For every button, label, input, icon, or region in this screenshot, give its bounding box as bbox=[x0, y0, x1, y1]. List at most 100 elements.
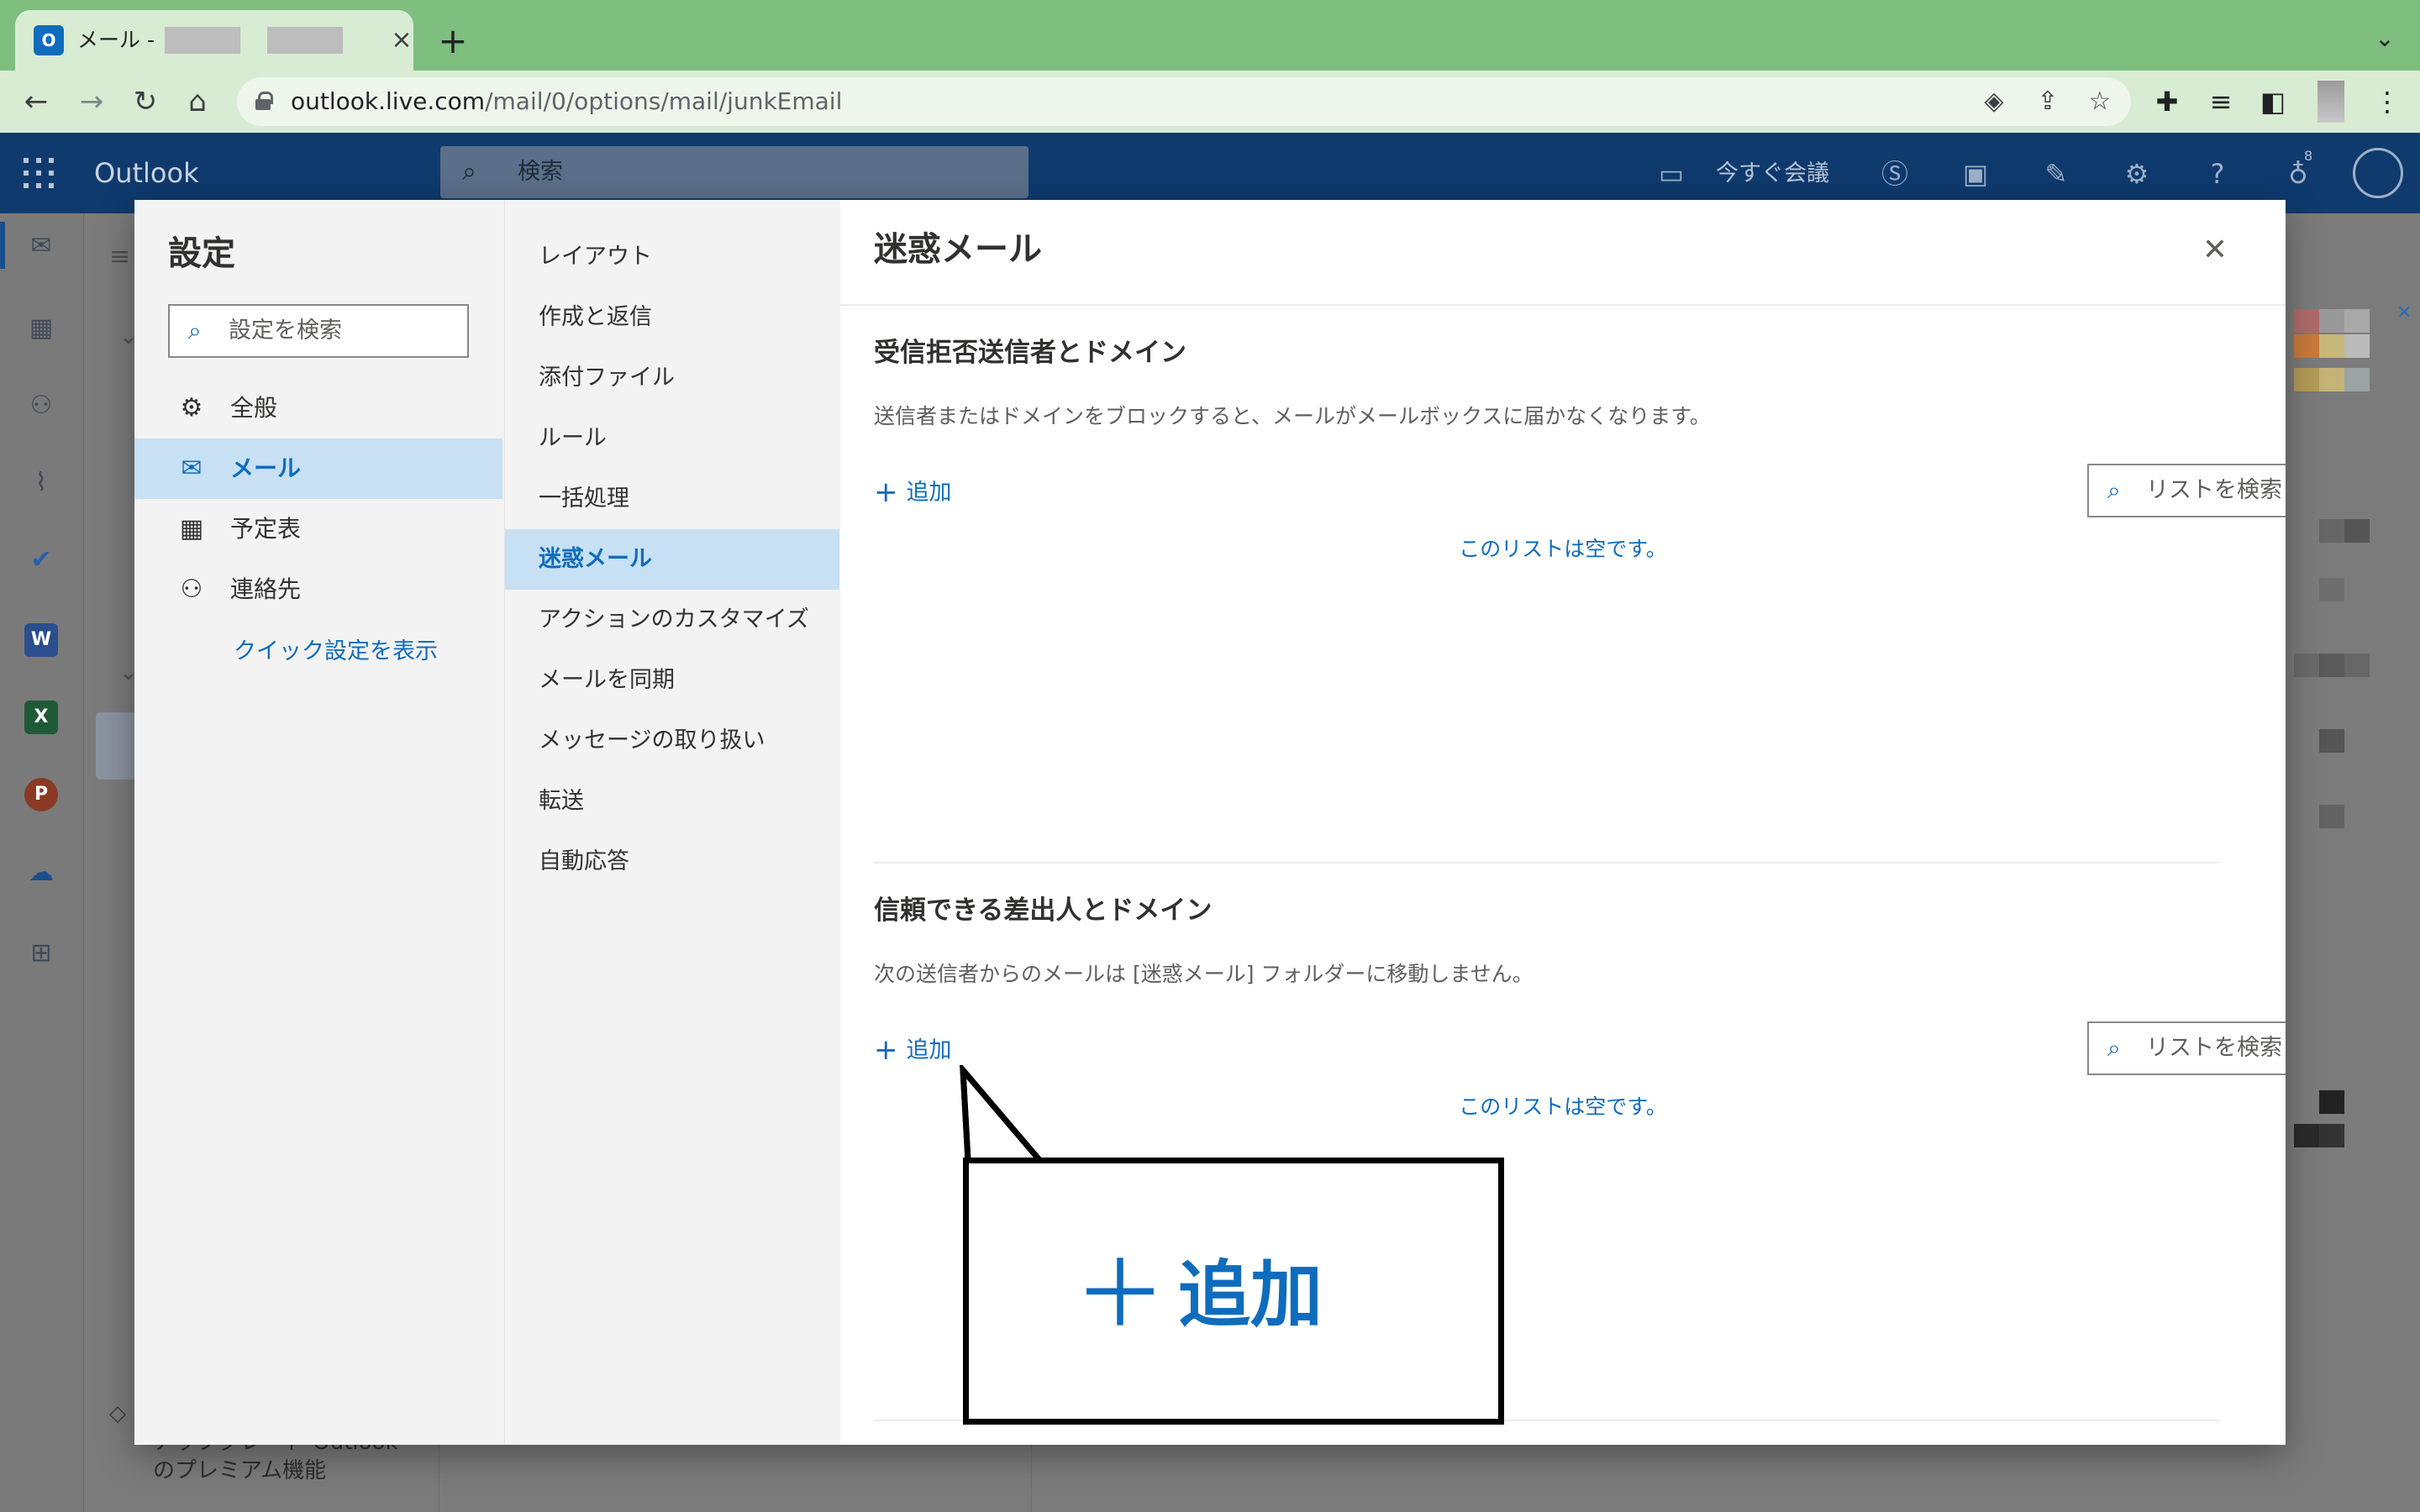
extensions-puzzle-icon[interactable]: ✚ bbox=[2146, 81, 2188, 123]
category-mail[interactable]: ✉ メール bbox=[134, 438, 502, 499]
bookmark-star-icon[interactable]: ☆ bbox=[2081, 82, 2119, 121]
subsection-label: 一括処理 bbox=[539, 486, 629, 512]
category-label: 連絡先 bbox=[230, 575, 302, 603]
subsection-automatic-replies[interactable]: 自動応答 bbox=[505, 832, 839, 892]
premium-diamond-icon: ◇ bbox=[109, 1401, 126, 1426]
video-camera-icon[interactable]: ▭ bbox=[1650, 153, 1692, 195]
plus-icon: + bbox=[874, 1033, 898, 1067]
tab-list-chevron-icon[interactable]: ⌄ bbox=[2368, 22, 2402, 55]
back-arrow-icon[interactable]: ← bbox=[15, 81, 57, 123]
settings-category-pane: 設定 ⌕ 設定を検索 ⚙ 全般 ✉ メール ▦ 予定表 ⚇ 連絡先 クイック設定… bbox=[134, 200, 504, 1445]
category-people[interactable]: ⚇ 連絡先 bbox=[134, 559, 502, 620]
outlook-brand[interactable]: Outlook bbox=[94, 151, 199, 195]
side-panel-icon[interactable]: ◧ bbox=[2252, 81, 2294, 123]
safe-add-button[interactable]: + 追加 bbox=[874, 1032, 952, 1068]
subsection-attachments[interactable]: 添付ファイル bbox=[505, 348, 839, 408]
subsection-rules[interactable]: ルール bbox=[505, 408, 839, 469]
add-label: 追加 bbox=[906, 480, 952, 506]
blocked-empty-message: このリストは空です。 bbox=[1459, 537, 1667, 561]
powerpoint-icon[interactable]: P bbox=[24, 778, 58, 811]
help-icon[interactable]: ? bbox=[2196, 153, 2238, 195]
browser-tab[interactable]: O メール - × bbox=[15, 10, 413, 71]
premium-line-2: のプレミアム機能 bbox=[153, 1458, 327, 1483]
advertisement-pixelated bbox=[2286, 301, 2420, 1309]
more-apps-icon[interactable]: ⊞ bbox=[20, 932, 62, 974]
tab-close-icon[interactable]: × bbox=[385, 24, 418, 57]
background-message-list bbox=[439, 1445, 1032, 1512]
onedrive-cloud-icon[interactable]: ☁ bbox=[20, 852, 62, 894]
ad-close-icon[interactable]: ✕ bbox=[2396, 302, 2412, 323]
outlook-search-box[interactable]: ⌕ 検索 bbox=[440, 146, 1028, 198]
profile-avatar[interactable] bbox=[2317, 81, 2344, 123]
browser-toolbar: ← → ↻ ⌂ outlook.live.com/mail/0/options/… bbox=[0, 71, 2420, 133]
tab-title-redacted bbox=[267, 27, 343, 54]
office-icon[interactable]: ▣ bbox=[1954, 153, 1996, 195]
media-queue-icon[interactable]: ≡ bbox=[2200, 81, 2242, 123]
todo-check-icon[interactable]: ✔ bbox=[20, 539, 62, 581]
settings-title: 設定 bbox=[168, 234, 235, 273]
subsection-customize-actions[interactable]: アクションのカスタマイズ bbox=[505, 590, 839, 650]
close-icon[interactable]: ✕ bbox=[2196, 232, 2233, 269]
my-day-icon[interactable]: ✎ bbox=[2035, 153, 2077, 195]
subsection-message-handling[interactable]: メッセージの取り扱い bbox=[505, 711, 839, 771]
mail-icon[interactable]: ✉ bbox=[20, 225, 62, 267]
account-avatar[interactable] bbox=[2353, 148, 2403, 198]
reload-icon[interactable]: ↻ bbox=[124, 81, 166, 123]
search-icon: ⌕ bbox=[462, 157, 476, 186]
search-icon: ⌕ bbox=[188, 317, 202, 344]
address-bar[interactable]: outlook.live.com/mail/0/options/mail/jun… bbox=[237, 77, 2131, 126]
callout-label: 追加 bbox=[1178, 1253, 1323, 1337]
safe-list-search-input[interactable]: ⌕ リストを検索 bbox=[2087, 1021, 2286, 1075]
list-search-placeholder: リストを検索 bbox=[2146, 477, 2282, 503]
new-tab-button[interactable]: + bbox=[432, 22, 474, 64]
subsection-label: レイアウト bbox=[539, 244, 652, 270]
subsection-label: アクションのカスタマイズ bbox=[539, 606, 809, 633]
mail-subsection-pane: レイアウト 作成と返信 添付ファイル ルール 一括処理 迷惑メール アクションの… bbox=[504, 200, 840, 1445]
people-icon[interactable]: ⚇ bbox=[20, 385, 62, 427]
subsection-label: 迷惑メール bbox=[539, 546, 652, 572]
outlook-favicon-icon: O bbox=[34, 25, 64, 55]
section-divider bbox=[874, 862, 2220, 864]
whats-new-bulb-icon[interactable]: ♁ bbox=[2277, 153, 2319, 195]
outlook-search-placeholder: 検索 bbox=[518, 159, 563, 185]
settings-search-input[interactable]: ⌕ 設定を検索 bbox=[168, 304, 469, 358]
install-app-icon[interactable]: ◈ bbox=[1975, 82, 2013, 121]
category-general[interactable]: ⚙ 全般 bbox=[134, 378, 502, 438]
subsection-sweep[interactable]: 一括処理 bbox=[505, 469, 839, 529]
category-label: 予定表 bbox=[230, 515, 302, 543]
blocked-list-search-input[interactable]: ⌕ リストを検索 bbox=[2087, 464, 2286, 517]
plus-icon: + bbox=[874, 475, 898, 509]
calendar-icon[interactable]: ▦ bbox=[20, 307, 62, 349]
divider bbox=[840, 304, 2286, 306]
subsection-label: 作成と返信 bbox=[539, 304, 652, 330]
meet-now-button[interactable]: 今すぐ会議 bbox=[1716, 153, 1829, 195]
subsection-compose-reply[interactable]: 作成と返信 bbox=[505, 287, 839, 348]
lock-icon bbox=[255, 92, 273, 110]
word-icon[interactable]: W bbox=[24, 623, 58, 657]
subsection-layout[interactable]: レイアウト bbox=[505, 227, 839, 287]
subsection-sync-email[interactable]: メールを同期 bbox=[505, 650, 839, 711]
view-quick-settings-link[interactable]: クイック設定を表示 bbox=[234, 633, 438, 670]
attachment-icon[interactable]: ⌇ bbox=[20, 462, 62, 504]
skype-icon[interactable]: Ⓢ bbox=[1874, 153, 1916, 195]
category-calendar[interactable]: ▦ 予定表 bbox=[134, 499, 502, 559]
subsection-label: 添付ファイル bbox=[539, 365, 675, 391]
blocked-add-button[interactable]: + 追加 bbox=[874, 474, 952, 511]
forward-arrow-icon[interactable]: → bbox=[71, 81, 113, 123]
excel-icon[interactable]: X bbox=[24, 701, 58, 734]
settings-search-placeholder: 設定を検索 bbox=[229, 318, 342, 344]
hamburger-menu-icon[interactable]: ≡ bbox=[109, 242, 130, 271]
subsection-label: メールを同期 bbox=[539, 667, 675, 693]
settings-gear-icon[interactable]: ⚙ bbox=[2116, 153, 2158, 195]
blocked-senders-description: 送信者またはドメインをブロックすると、メールがメールボックスに届かなくなります。 bbox=[874, 404, 1711, 428]
share-icon[interactable]: ⇪ bbox=[2028, 82, 2067, 121]
tab-title-redacted bbox=[165, 27, 240, 54]
subsection-junk-email[interactable]: 迷惑メール bbox=[505, 529, 839, 590]
pane-title: 迷惑メール bbox=[874, 230, 1042, 269]
home-icon[interactable]: ⌂ bbox=[176, 81, 218, 123]
people-icon: ⚇ bbox=[180, 575, 203, 604]
subsection-forwarding[interactable]: 転送 bbox=[505, 771, 839, 832]
browser-menu-icon[interactable]: ⋮ bbox=[2366, 81, 2408, 123]
subsection-label: 自動応答 bbox=[539, 848, 629, 874]
app-launcher-icon[interactable] bbox=[24, 158, 54, 188]
